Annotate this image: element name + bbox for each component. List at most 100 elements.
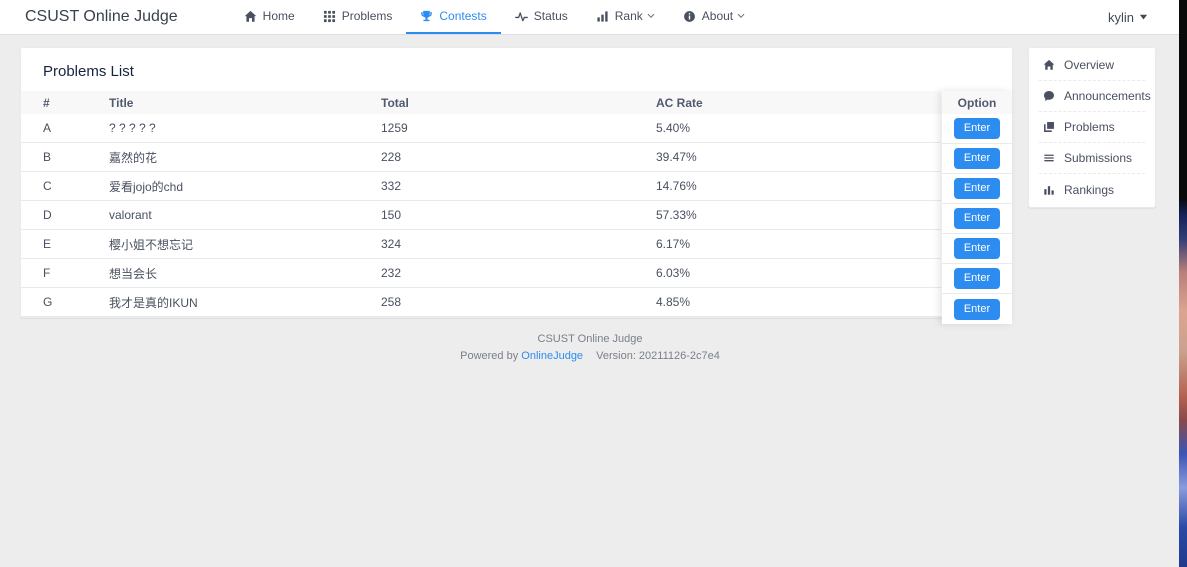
option-cell: Enter [942,204,1012,234]
header-id: # [21,96,109,110]
nav-menu: Home Problems Contests Status Rank About [230,0,759,34]
sidebar-item-problems[interactable]: Problems [1039,112,1145,143]
cell-total: 150 [381,208,656,222]
user-menu[interactable]: kylin [1108,10,1148,25]
table-row: F想当会长2326.03% [21,259,941,288]
table-header-row: # Title Total AC Rate [21,91,941,114]
sidebar-item-rankings[interactable]: Rankings [1039,174,1145,205]
option-cell: Enter [942,264,1012,294]
caret-down-icon [1139,13,1148,21]
cell-id: B [21,150,109,164]
announcement-icon [1043,90,1055,102]
nav-item-contests[interactable]: Contests [406,0,500,34]
nav-item-label: Problems [342,9,393,23]
enter-button[interactable]: Enter [954,299,1000,320]
header-acrate: AC Rate [656,96,941,110]
pulse-icon [515,10,528,23]
username-label: kylin [1108,10,1134,25]
table-row: A? ? ? ? ?12595.40% [21,114,941,143]
info-icon [683,10,696,23]
cell-total: 1259 [381,121,656,135]
page-title: Problems List [21,48,1012,91]
cell-acrate: 39.47% [656,150,941,164]
footer-title: CSUST Online Judge [0,331,1180,348]
home-icon [244,10,257,23]
background-artwork-strip [1179,0,1187,567]
nav-item-rank[interactable]: Rank [582,0,669,34]
footer-powered-line: Powered by OnlineJudge Version: 20211126… [0,348,1180,365]
enter-button[interactable]: Enter [954,208,1000,229]
page-footer: CSUST Online Judge Powered by OnlineJudg… [0,331,1180,365]
cell-id: C [21,179,109,193]
header-title: Title [109,96,381,110]
cell-title: 樱小姐不想忘记 [109,236,381,253]
header-total: Total [381,96,656,110]
sidebar-item-label: Overview [1064,58,1114,72]
cell-title: 想当会长 [109,265,381,282]
problems-table: # Title Total AC Rate A? ? ? ? ?12595.40… [21,91,1012,317]
contest-sidebar-menu: Overview Announcements Problems Submissions… [1029,50,1155,205]
home-icon [1043,59,1055,71]
table-row: C爱看jojo的chd33214.76% [21,172,941,201]
chevron-down-icon [649,12,655,20]
sidebar-item-overview[interactable]: Overview [1039,50,1145,81]
sidebar-item-announcements[interactable]: Announcements [1039,81,1145,112]
enter-button[interactable]: Enter [954,178,1000,199]
cell-id: A [21,121,109,135]
cell-total: 324 [381,237,656,251]
cell-acrate: 4.85% [656,295,941,309]
trophy-icon [420,10,433,23]
cell-id: F [21,266,109,280]
sidebar-item-label: Announcements [1064,89,1151,103]
nav-item-about[interactable]: About [669,0,759,34]
cell-title: ? ? ? ? ? [109,121,381,135]
option-cell: Enter [942,174,1012,204]
option-column: Option EnterEnterEnterEnterEnterEnterEnt… [942,91,1012,324]
table-row: Dvalorant15057.33% [21,201,941,230]
version-label: Version: 20211126-2c7e4 [596,350,720,362]
table-row: B嘉然的花22839.47% [21,143,941,172]
cell-total: 258 [381,295,656,309]
nav-item-status[interactable]: Status [501,0,582,34]
sidebar-item-submissions[interactable]: Submissions [1039,143,1145,174]
cell-id: E [21,237,109,251]
table-body: A? ? ? ? ?12595.40%B嘉然的花22839.47%C爱看jojo… [21,114,1012,317]
nav-item-home[interactable]: Home [230,0,309,34]
cell-id: D [21,208,109,222]
enter-button[interactable]: Enter [954,238,1000,259]
chevron-down-icon [739,12,745,20]
enter-button[interactable]: Enter [954,268,1000,289]
cell-title: 我才是真的IKUN [109,294,381,311]
brand-title[interactable]: CSUST Online Judge [25,8,178,26]
nav-item-label: About [702,9,733,23]
cell-title: 嘉然的花 [109,149,381,166]
enter-button[interactable]: Enter [954,118,1000,139]
cell-acrate: 6.17% [656,237,941,251]
grid-icon [323,10,336,23]
nav-item-problems[interactable]: Problems [309,0,407,34]
cell-acrate: 57.33% [656,208,941,222]
nav-item-label: Status [534,9,568,23]
cell-id: G [21,295,109,309]
sidebar-item-label: Submissions [1064,151,1132,165]
cell-total: 232 [381,266,656,280]
powered-by-label: Powered by [460,350,518,362]
documents-icon [1043,121,1055,133]
sidebar-item-label: Rankings [1064,183,1114,197]
table-row: G我才是真的IKUN2584.85% [21,288,941,317]
cell-acrate: 5.40% [656,121,941,135]
option-cell: Enter [942,294,1012,324]
sidebar-item-label: Problems [1064,120,1115,134]
top-navbar: CSUST Online Judge Home Problems Contests S… [0,0,1180,35]
cell-total: 228 [381,150,656,164]
cell-acrate: 14.76% [656,179,941,193]
enter-button[interactable]: Enter [954,148,1000,169]
onlinejudge-link[interactable]: OnlineJudge [521,350,583,362]
option-cell: Enter [942,114,1012,144]
problems-list-card: Problems List # Title Total AC Rate A? ?… [20,47,1013,318]
cell-total: 332 [381,179,656,193]
nav-item-label: Contests [439,9,486,23]
table-row: E樱小姐不想忘记3246.17% [21,230,941,259]
list-icon [1043,152,1055,164]
nav-item-label: Rank [615,9,643,23]
